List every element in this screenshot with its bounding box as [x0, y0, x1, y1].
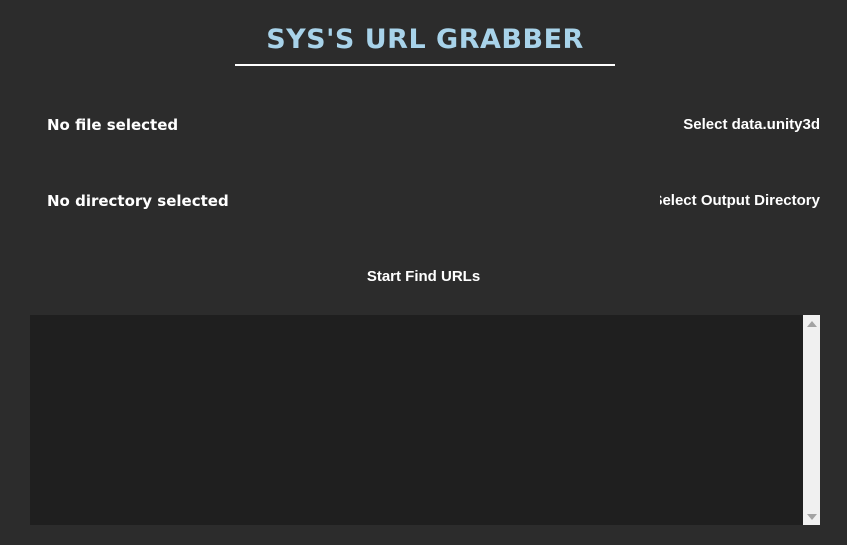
- output-log-area[interactable]: [30, 315, 820, 525]
- select-output-directory-button-label: Select Output Directory: [660, 192, 820, 209]
- start-find-urls-button[interactable]: Start Find URLs: [0, 267, 847, 287]
- scroll-up-arrow-icon[interactable]: [803, 315, 820, 332]
- file-status-label: No file selected: [47, 116, 179, 134]
- select-file-button[interactable]: Select data.unity3d: [660, 115, 820, 135]
- select-output-directory-button[interactable]: Select Output Directory: [660, 191, 820, 211]
- app-window: SYS'S URL GRABBER No file selected Selec…: [0, 0, 847, 545]
- page-title: SYS'S URL GRABBER: [266, 24, 584, 55]
- output-scrollbar[interactable]: [803, 315, 820, 525]
- directory-status-label: No directory selected: [47, 192, 229, 210]
- scroll-down-arrow-icon[interactable]: [803, 508, 820, 525]
- title-underline: [235, 64, 615, 66]
- select-file-button-label: Select data.unity3d: [683, 116, 820, 133]
